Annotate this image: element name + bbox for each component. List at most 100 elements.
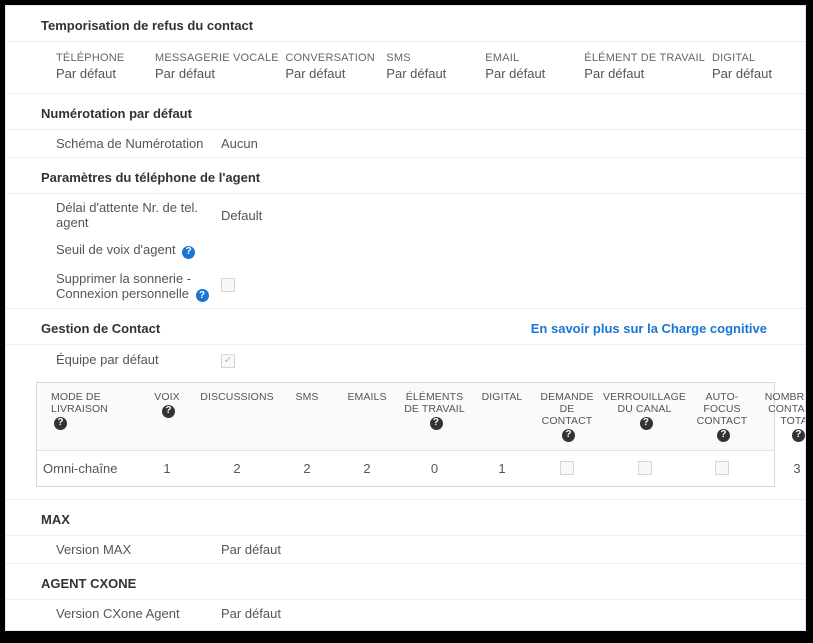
contact-title-text: Gestion de Contact [41,321,160,336]
refusal-row: TÉLÉPHONE Par défaut MESSAGERIE VOCALE P… [6,42,805,94]
cell-sms: 2 [277,451,337,486]
col-workitems: ÉLÉMENTS DE TRAVAIL ? [397,383,472,450]
refusal-email: EMAIL Par défaut [485,52,560,81]
refusal-chat-label: CONVERSATION [285,52,362,64]
cell-mode: Omni-chaîne [37,451,137,486]
phone-suppress-label: Supprimer la sonnerie - Connexion person… [56,271,221,303]
refusal-chat: CONVERSATION Par défaut [285,52,362,81]
help-icon[interactable]: ? [717,429,730,442]
cell-lock [602,451,687,486]
refusal-sms-value: Par défaut [386,66,461,81]
default-team-row: Équipe par défaut ✓ [6,345,805,374]
col-digital: DIGITAL [472,383,532,450]
cell-voice: 1 [137,451,197,486]
check-icon: ✓ [224,355,232,366]
col-workitems-text: ÉLÉMENTS DE TRAVAIL [403,391,466,415]
refusal-chat-value: Par défaut [285,66,362,81]
col-mode: MODE DE LIVRAISON ? [37,383,137,450]
col-request-text: DEMANDE DE CONTACT [538,391,596,427]
col-digital-text: DIGITAL [482,391,523,403]
col-voice-text: VOIX [154,391,180,403]
dialing-pattern-row: Schéma de Numérotation Aucun [6,130,805,158]
refusal-phone: TÉLÉPHONE Par défaut [56,52,131,81]
col-sms: SMS [277,383,337,450]
col-request: DEMANDE DE CONTACT ? [532,383,602,450]
cxone-version-value: Par défaut [221,606,281,621]
col-emails-text: EMAILS [347,391,386,403]
max-version-row: Version MAX Par défaut [6,536,805,564]
section-max-title: MAX [6,500,805,536]
cognitive-load-link[interactable]: En savoir plus sur la Charge cognitive [531,321,787,336]
refusal-phone-value: Par défaut [56,66,131,81]
dialing-pattern-label: Schéma de Numérotation [56,136,221,151]
help-icon[interactable]: ? [182,246,195,259]
section-contact-title: Gestion de Contact En savoir plus sur la… [6,309,805,345]
help-icon[interactable]: ? [792,429,805,442]
phone-voice-threshold-label: Seuil de voix d'agent ? [56,242,221,259]
refusal-email-value: Par défaut [485,66,560,81]
cell-emails: 2 [337,451,397,486]
section-dialing-title: Numérotation par défaut [6,94,805,130]
refusal-sms-label: SMS [386,52,461,64]
phone-voice-threshold-row: Seuil de voix d'agent ? [6,236,805,265]
phone-voice-threshold-text: Seuil de voix d'agent [56,242,176,257]
autofocus-checkbox[interactable] [715,461,729,475]
settings-panel: Temporisation de refus du contact TÉLÉPH… [5,5,806,631]
phone-timeout-row: Délai d'attente Nr. de tel. agent Defaul… [6,194,805,236]
col-emails: EMAILS [337,383,397,450]
max-version-value: Par défaut [221,542,281,557]
cell-digital: 1 [472,451,532,486]
col-chats: DISCUSSIONS [197,383,277,450]
refusal-email-label: EMAIL [485,52,560,64]
refusal-voicemail-value: Par défaut [155,66,261,81]
max-version-label: Version MAX [56,542,221,557]
col-chats-text: DISCUSSIONS [200,391,273,403]
default-team-label: Équipe par défaut [56,352,221,367]
phone-timeout-label: Délai d'attente Nr. de tel. agent [56,200,221,230]
refusal-digital-label: DIGITAL [712,52,787,64]
default-team-value: ✓ [221,351,235,368]
cxone-version-label: Version CXone Agent [56,606,221,621]
phone-suppress-row: Supprimer la sonnerie - Connexion person… [6,265,805,310]
help-icon[interactable]: ? [196,289,209,302]
col-sms-text: SMS [295,391,318,403]
col-total: NOMBRE DE CONTACTS TOTAL ? [757,383,806,450]
section-cxone-title: AGENT CXONE [6,564,805,600]
dialing-pattern-value: Aucun [221,136,258,151]
help-icon[interactable]: ? [562,429,575,442]
cell-request [532,451,602,486]
refusal-sms: SMS Par défaut [386,52,461,81]
col-voice: VOIX ? [137,383,197,450]
refusal-digital: DIGITAL Par défaut [712,52,787,81]
refusal-voicemail-label: MESSAGERIE VOCALE [155,52,261,64]
cxone-version-row: Version CXone Agent Par défaut [6,600,805,627]
table-header-row: MODE DE LIVRAISON ? VOIX ? DISCUSSIONS S… [37,383,774,451]
col-autofocus: AUTO-FOCUS CONTACT ? [687,383,757,450]
refusal-voicemail: MESSAGERIE VOCALE Par défaut [155,52,261,81]
col-total-text: NOMBRE DE CONTACTS TOTAL [763,391,806,427]
col-mode-text: MODE DE LIVRAISON [51,391,131,415]
help-icon[interactable]: ? [430,417,443,430]
section-phone-title: Paramètres du téléphone de l'agent [6,158,805,194]
contact-handling-table: MODE DE LIVRAISON ? VOIX ? DISCUSSIONS S… [36,382,775,487]
help-icon[interactable]: ? [54,417,67,430]
table-row: Omni-chaîne 1 2 2 2 0 1 3 [37,451,774,486]
suppress-ring-checkbox[interactable] [221,278,235,292]
help-icon[interactable]: ? [640,417,653,430]
phone-timeout-value: Default [221,208,262,223]
request-contact-checkbox[interactable] [560,461,574,475]
channel-lock-checkbox[interactable] [638,461,652,475]
help-icon[interactable]: ? [162,405,175,418]
phone-suppress-value [221,278,235,295]
refusal-phone-label: TÉLÉPHONE [56,52,131,64]
refusal-digital-value: Par défaut [712,66,787,81]
default-team-checkbox[interactable]: ✓ [221,354,235,368]
refusal-workitem: ÉLÉMENT DE TRAVAIL Par défaut [584,52,688,81]
cell-chats: 2 [197,451,277,486]
section-refusal-title: Temporisation de refus du contact [6,6,805,42]
refusal-workitem-value: Par défaut [584,66,688,81]
col-lock: VERROUILLAGE DU CANAL ? [602,383,687,450]
col-lock-text: VERROUILLAGE DU CANAL [603,391,686,415]
col-autofocus-text: AUTO-FOCUS CONTACT [693,391,751,427]
phone-suppress-text: Supprimer la sonnerie - Connexion person… [56,271,191,301]
